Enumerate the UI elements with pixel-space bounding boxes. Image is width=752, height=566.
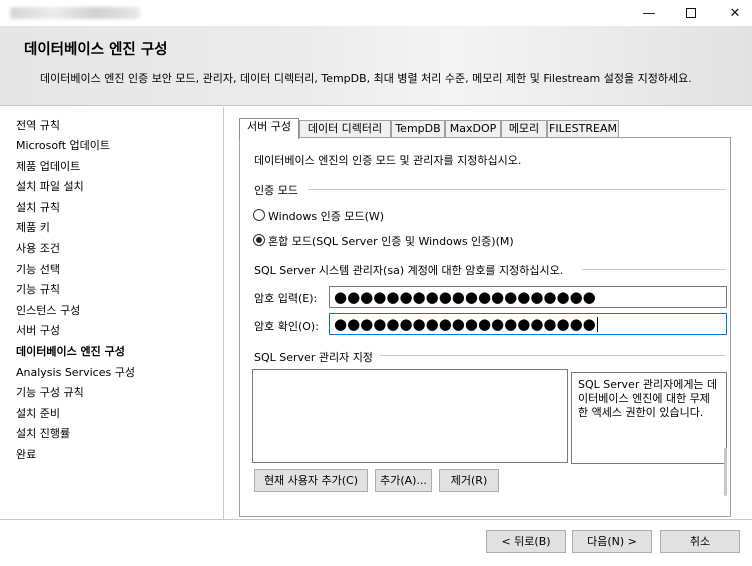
intro-text: 데이터베이스 엔진의 인증 모드 및 관리자를 지정하십시오. xyxy=(254,154,522,167)
minimize-icon: — xyxy=(642,5,656,21)
sa-password-prompt: SQL Server 시스템 관리자(sa) 계정에 대한 암호를 지정하십시오… xyxy=(254,264,564,277)
admin-group-divider xyxy=(380,355,726,356)
windows-auth-label[interactable]: Windows 인증 모드(W) xyxy=(268,208,384,224)
back-button[interactable]: < 뒤로(B) xyxy=(486,530,566,553)
step-database-engine-configuration[interactable]: 데이터베이스 엔진 구성 xyxy=(16,343,125,359)
step-microsoft-update[interactable]: Microsoft 업데이트 xyxy=(16,137,110,153)
page-header: 데이터베이스 엔진 구성 데이터베이스 엔진 인증 보안 모드, 관리자, 데이… xyxy=(0,26,752,106)
minimize-button[interactable]: — xyxy=(626,0,672,26)
step-installation-progress[interactable]: 설치 진행률 xyxy=(16,425,70,441)
step-global-rules[interactable]: 전역 규칙 xyxy=(16,117,60,133)
confirm-password-value: ●●●●●●●●●●●●●●●●●●●● xyxy=(334,315,596,333)
panel-scrollbar[interactable] xyxy=(724,448,727,496)
title-bar: — ✕ xyxy=(0,0,752,26)
text-caret xyxy=(596,317,598,332)
sql-admin-info-box: SQL Server 관리자에게는 데이터베이스 엔진에 대한 무제한 액세스 … xyxy=(571,372,727,464)
page-description: 데이터베이스 엔진 인증 보안 모드, 관리자, 데이터 디렉터리, TempD… xyxy=(40,72,692,85)
enter-password-field[interactable]: ●●●●●●●●●●●●●●●●●●●● xyxy=(329,286,727,308)
tab-tempdb[interactable]: TempDB xyxy=(391,120,445,138)
wizard-step-list: 전역 규칙 Microsoft 업데이트 제품 업데이트 설치 파일 설치 설치… xyxy=(0,107,224,519)
sa-password-divider xyxy=(582,269,726,270)
step-analysis-services-configuration[interactable]: Analysis Services 구성 xyxy=(16,364,135,380)
step-license-terms[interactable]: 사용 조건 xyxy=(16,240,60,256)
confirm-password-label: 암호 확인(O): xyxy=(254,320,319,333)
step-feature-selection[interactable]: 기능 선택 xyxy=(16,261,60,277)
confirm-password-field[interactable]: ●●●●●●●●●●●●●●●●●●●● xyxy=(329,313,727,335)
step-ready-to-install[interactable]: 설치 준비 xyxy=(16,405,60,421)
step-feature-configuration-rules[interactable]: 기능 구성 규칙 xyxy=(16,384,84,400)
sql-admin-list[interactable] xyxy=(252,369,568,463)
step-feature-rules[interactable]: 기능 규칙 xyxy=(16,281,60,297)
auth-mode-divider xyxy=(308,189,726,190)
maximize-button[interactable] xyxy=(668,0,714,26)
tab-maxdop[interactable]: MaxDOP xyxy=(445,120,501,138)
sql-admin-info-text: SQL Server 관리자에게는 데이터베이스 엔진에 대한 무제한 액세스 … xyxy=(578,378,718,419)
mixed-mode-radio[interactable] xyxy=(253,234,265,246)
step-install-rules[interactable]: 설치 규칙 xyxy=(16,199,60,215)
step-product-updates[interactable]: 제품 업데이트 xyxy=(16,158,80,174)
main-content: 서버 구성 데이터 디렉터리 TempDB MaxDOP 메모리 FILESTR… xyxy=(225,107,752,519)
tab-memory[interactable]: 메모리 xyxy=(501,120,547,138)
enter-password-label: 암호 입력(E): xyxy=(254,292,318,305)
wizard-footer: < 뒤로(B) 다음(N) > 취소 xyxy=(0,519,752,566)
window-title-blurred xyxy=(10,7,140,19)
page-title: 데이터베이스 엔진 구성 xyxy=(24,42,168,58)
step-complete[interactable]: 완료 xyxy=(16,446,36,462)
step-server-configuration[interactable]: 서버 구성 xyxy=(16,322,60,338)
cancel-button[interactable]: 취소 xyxy=(660,530,740,553)
windows-auth-radio[interactable] xyxy=(253,209,265,221)
mixed-mode-label[interactable]: 혼합 모드(SQL Server 인증 및 Windows 인증)(M) xyxy=(268,233,514,249)
tab-data-directories[interactable]: 데이터 디렉터리 xyxy=(299,120,391,138)
server-configuration-panel: 데이터베이스 엔진의 인증 모드 및 관리자를 지정하십시오. 인증 모드 Wi… xyxy=(239,137,731,517)
maximize-icon xyxy=(686,8,696,18)
tab-filestream[interactable]: FILESTREAM xyxy=(547,120,619,138)
add-current-user-button[interactable]: 현재 사용자 추가(C) xyxy=(254,469,368,492)
add-user-button[interactable]: 추가(A)... xyxy=(375,469,432,492)
enter-password-value: ●●●●●●●●●●●●●●●●●●●● xyxy=(334,288,596,306)
close-button[interactable]: ✕ xyxy=(712,0,752,26)
step-instance-configuration[interactable]: 인스턴스 구성 xyxy=(16,302,80,318)
auth-mode-group-label: 인증 모드 xyxy=(254,184,298,197)
close-icon: ✕ xyxy=(729,5,741,21)
remove-user-button[interactable]: 제거(R) xyxy=(439,469,499,492)
step-install-setup-files[interactable]: 설치 파일 설치 xyxy=(16,178,84,194)
admin-group-label: SQL Server 관리자 지정 xyxy=(254,351,373,364)
step-product-key[interactable]: 제품 키 xyxy=(16,219,50,235)
tab-server-configuration[interactable]: 서버 구성 xyxy=(239,118,299,139)
next-button[interactable]: 다음(N) > xyxy=(572,530,652,553)
